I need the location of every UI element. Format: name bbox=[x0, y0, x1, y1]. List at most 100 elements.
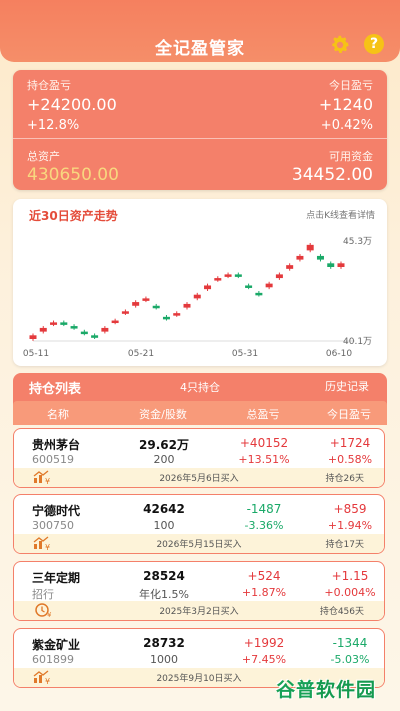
candle-body bbox=[193, 294, 201, 299]
hold-days: 持仓456天 bbox=[319, 607, 364, 617]
total-profit-pct: +13.51% bbox=[238, 453, 290, 466]
candle-body bbox=[29, 335, 37, 339]
holding-amount: 28732 bbox=[143, 636, 185, 650]
hold-profit-value: +24200.00 bbox=[27, 95, 117, 114]
candle-body bbox=[39, 327, 47, 332]
col-name: 名称 bbox=[47, 408, 69, 421]
available-value: 34452.00 bbox=[291, 165, 373, 185]
total-assets-value: 430650.00 bbox=[27, 165, 119, 185]
holding-code: 600519 bbox=[32, 453, 74, 466]
today-profit-pct: +0.42% bbox=[320, 118, 373, 133]
candle-body bbox=[337, 263, 345, 267]
holding-qty: 1000 bbox=[150, 653, 178, 666]
col-today-profit: 今日盈亏 bbox=[327, 408, 371, 421]
candle-body bbox=[121, 311, 129, 314]
today-profit-value: +1240 bbox=[318, 95, 373, 114]
watermark-text-1: 谷普 bbox=[276, 679, 317, 701]
holding-code: 300750 bbox=[32, 519, 74, 532]
candle-body bbox=[286, 265, 294, 269]
today-profit-pct: +0.004% bbox=[324, 586, 376, 599]
total-assets-label: 总资产 bbox=[27, 150, 60, 163]
candle-body bbox=[234, 274, 242, 277]
candle-body bbox=[214, 278, 222, 281]
hold-days: 持仓26天 bbox=[325, 474, 364, 484]
candle-body bbox=[306, 244, 314, 251]
table-row[interactable]: 三年定期 招行 28524 年化1.5% +524 +1.87% +1.15 +0.004% ¥… bbox=[13, 561, 385, 621]
table-row[interactable]: 贵州茅台 600519 29.62万 200 +40152 +13.51% +1724 +0.… bbox=[13, 428, 385, 488]
candle-body bbox=[70, 326, 78, 329]
holding-name: 三年定期 bbox=[32, 571, 81, 585]
column-headers: 名称 资金/股数 总盈亏 今日盈亏 bbox=[13, 401, 387, 425]
app-header: 全记盈管家 ? bbox=[0, 0, 400, 62]
row-footer: ¥2026年5月15日买入 持仓17天 bbox=[14, 534, 384, 553]
candle-body bbox=[275, 274, 283, 279]
today-profit: +1.15 bbox=[331, 569, 369, 583]
today-profit-pct: +1.94% bbox=[327, 519, 373, 532]
candle-body bbox=[316, 255, 324, 260]
available-label: 可用资金 bbox=[329, 150, 373, 163]
candle-body bbox=[132, 302, 140, 306]
watermark-text-2: 软件园 bbox=[316, 679, 377, 701]
holding-amount: 42642 bbox=[143, 502, 185, 516]
candle-body bbox=[142, 298, 150, 301]
candlestick-chart[interactable]: 05-11 05-21 05-31 06-10 45.3万 40.1万 bbox=[13, 199, 387, 366]
table-row[interactable]: 宁德时代 300750 42642 100 -1487 -3.36% +859 +1.94% ¥… bbox=[13, 494, 385, 554]
today-profit-label: 今日盈亏 bbox=[329, 79, 373, 92]
asset-trend-card[interactable]: 近30日资产走势 点击K线查看详情 05-11 05-21 05-31 06-10 45… bbox=[13, 199, 387, 366]
total-profit-pct: +7.45% bbox=[241, 653, 287, 666]
candle-body bbox=[327, 263, 335, 267]
candle-body bbox=[101, 327, 109, 332]
candle-body bbox=[296, 255, 304, 260]
watermark-logo: 谷普软件园 bbox=[276, 675, 392, 705]
x-tick-label: 05-21 bbox=[128, 349, 154, 359]
y-tick-label: 45.3万 bbox=[343, 237, 372, 247]
candle-body bbox=[80, 331, 88, 335]
holding-code: 招行 bbox=[32, 588, 54, 601]
candle-body bbox=[265, 283, 273, 288]
candle-body bbox=[152, 305, 160, 309]
total-profit: +1992 bbox=[243, 636, 285, 650]
holding-name: 紫金矿业 bbox=[32, 638, 81, 652]
gear-icon[interactable] bbox=[329, 34, 351, 56]
today-profit-pct: +0.58% bbox=[327, 453, 373, 466]
candle-body bbox=[173, 313, 181, 316]
today-profit: +1724 bbox=[329, 436, 371, 450]
candle-body bbox=[60, 322, 68, 325]
today-profit: +859 bbox=[333, 502, 367, 516]
x-tick-label: 05-31 bbox=[232, 349, 258, 359]
y-tick-label: 40.1万 bbox=[343, 337, 372, 347]
candle-body bbox=[111, 320, 119, 324]
candle-body bbox=[204, 285, 212, 290]
candle-body bbox=[255, 292, 263, 296]
col-total-profit: 总盈亏 bbox=[246, 408, 280, 421]
hold-days: 持仓17天 bbox=[325, 540, 364, 550]
help-icon[interactable]: ? bbox=[364, 34, 384, 54]
summary-card: 持仓盈亏 今日盈亏 +24200.00 +1240 +12.8% +0.42% … bbox=[13, 70, 387, 190]
holding-name: 贵州茅台 bbox=[32, 438, 81, 452]
holding-qty: 年化1.5% bbox=[139, 588, 189, 601]
holding-name: 宁德时代 bbox=[32, 504, 81, 518]
candle-body bbox=[183, 303, 191, 308]
history-link[interactable]: 历史记录 bbox=[325, 378, 369, 394]
total-profit: -1487 bbox=[246, 502, 282, 516]
x-tick-label: 05-11 bbox=[23, 349, 49, 359]
row-footer: ¥2026年5月6日买入 持仓26天 bbox=[14, 468, 384, 487]
row-footer: ¥2025年3月2日买入 持仓456天 bbox=[14, 601, 384, 620]
holding-amount: 29.62万 bbox=[139, 438, 189, 452]
hold-profit-pct: +12.8% bbox=[27, 118, 80, 133]
total-profit: +40152 bbox=[239, 436, 289, 450]
holding-code: 601899 bbox=[32, 653, 74, 666]
holding-qty: 100 bbox=[153, 519, 175, 532]
holding-qty: 200 bbox=[153, 453, 175, 466]
x-tick-label: 06-10 bbox=[326, 349, 352, 359]
candle-body bbox=[224, 274, 232, 277]
total-profit-pct: -3.36% bbox=[244, 519, 284, 532]
today-profit: -1344 bbox=[332, 636, 368, 650]
candle-body bbox=[245, 285, 253, 288]
candle-body bbox=[50, 322, 58, 325]
summary-divider bbox=[13, 138, 387, 139]
candle-body bbox=[91, 335, 99, 338]
col-amount: 资金/股数 bbox=[139, 408, 187, 421]
today-profit-pct: -5.03% bbox=[330, 653, 370, 666]
holding-amount: 28524 bbox=[143, 569, 185, 583]
